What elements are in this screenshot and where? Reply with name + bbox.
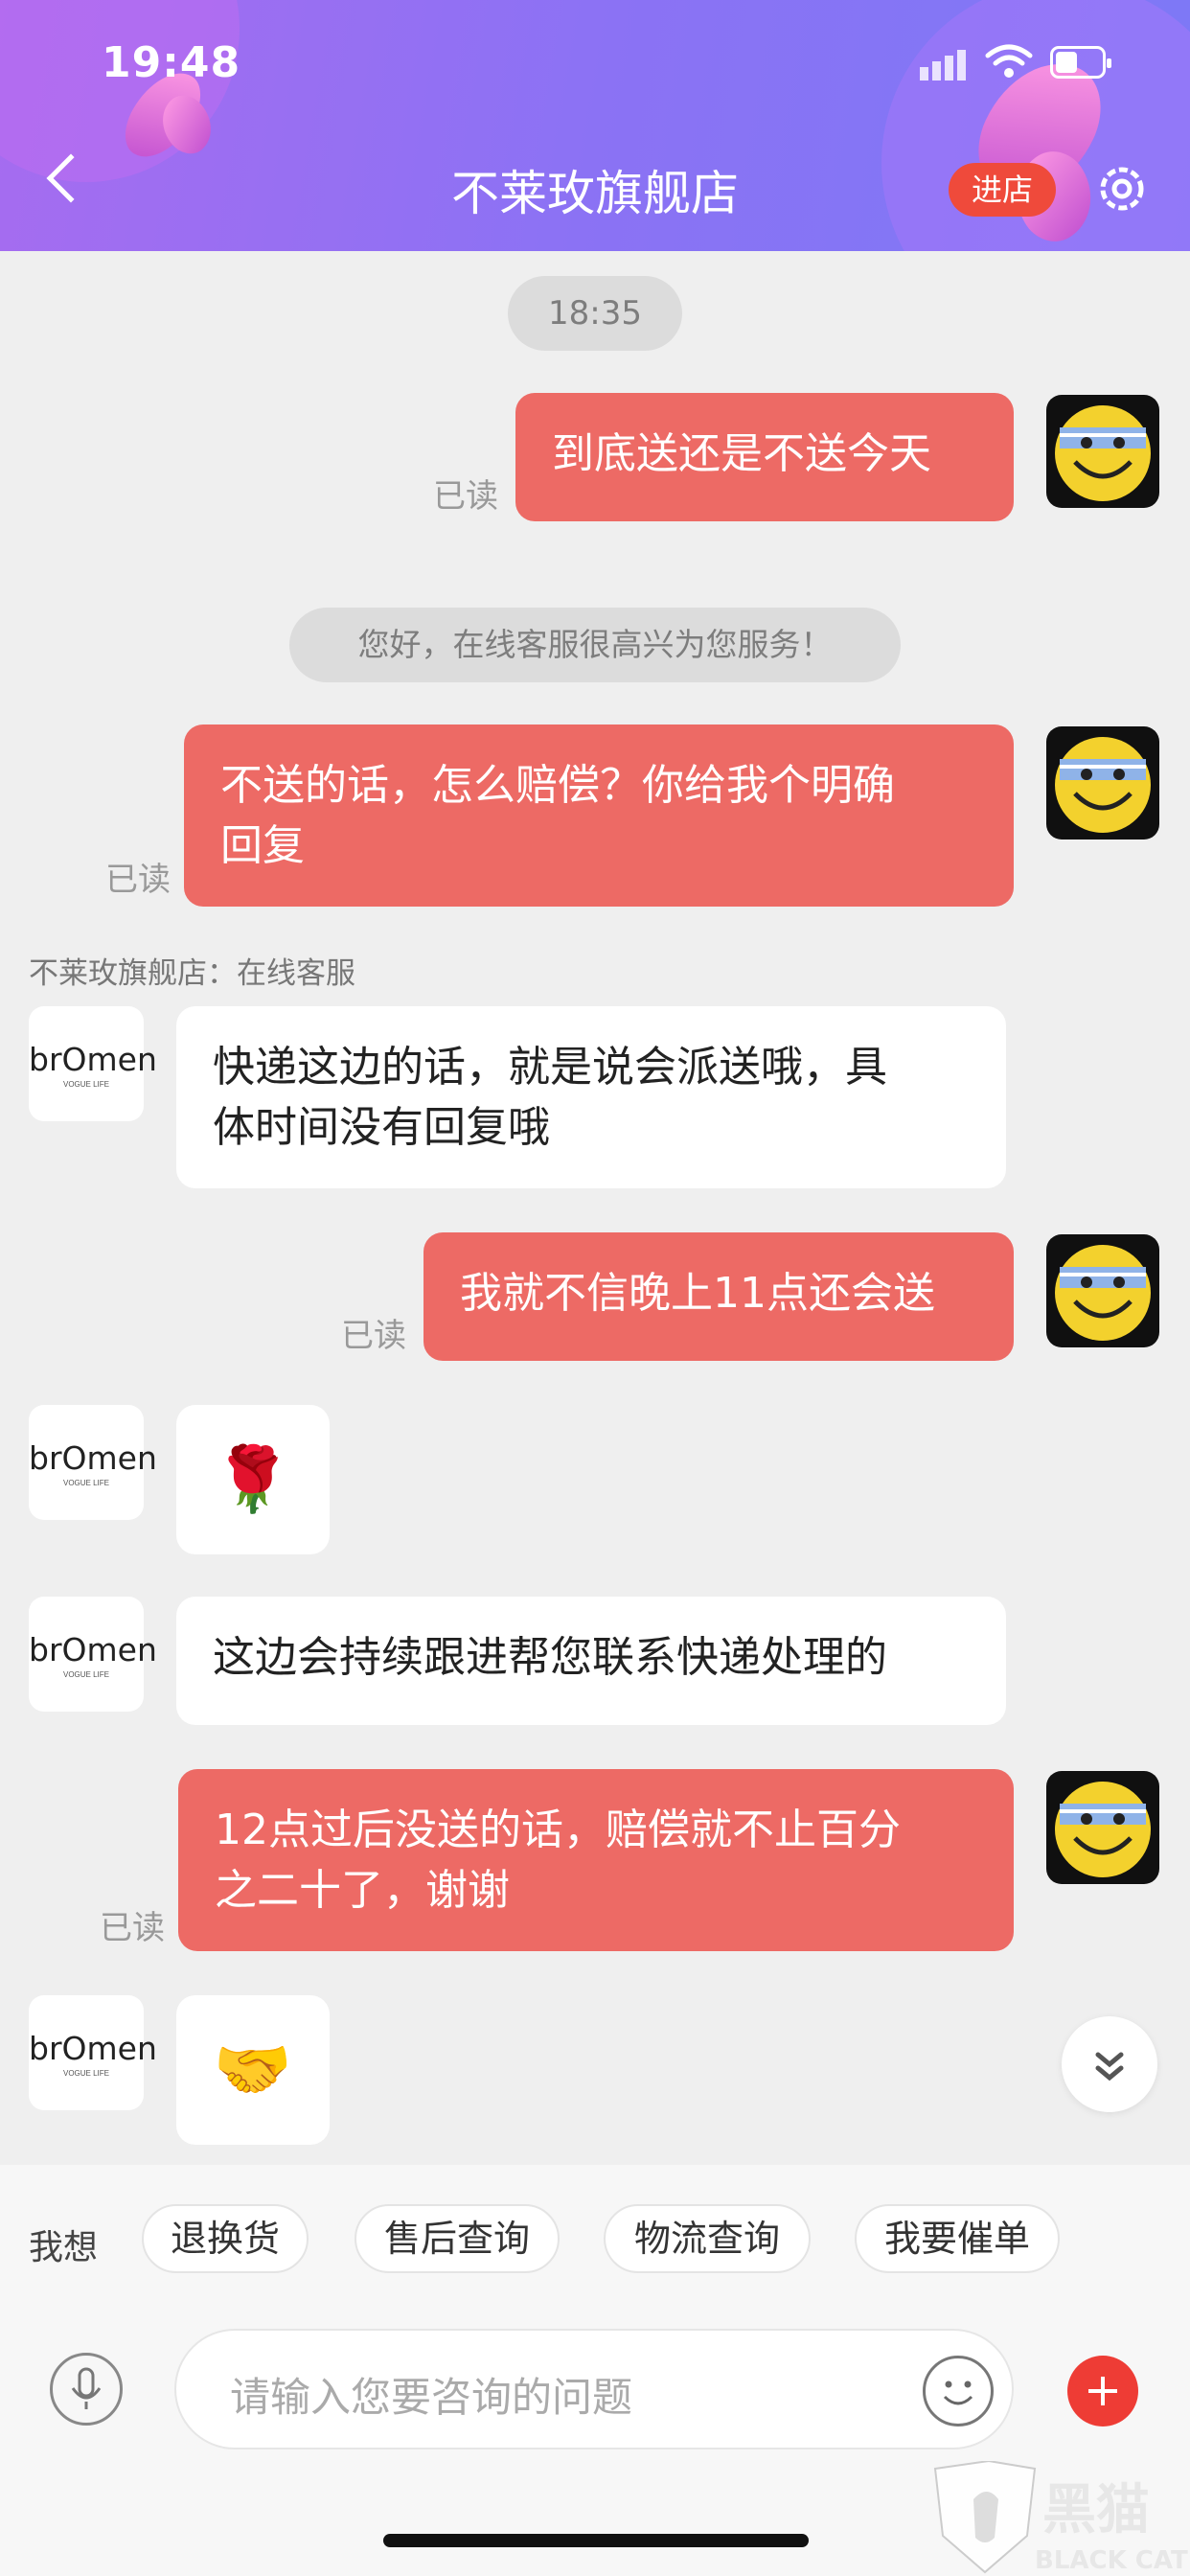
shop-avatar[interactable]: brOmen VOGUE LIFE	[29, 1405, 157, 1520]
shop-logo: brOmen	[29, 1631, 157, 1668]
my-avatar[interactable]	[1046, 726, 1159, 840]
shop-logo-tagline: VOGUE LIFE	[62, 1479, 109, 1487]
gear-icon[interactable]	[1092, 159, 1152, 218]
wifi-icon	[985, 44, 1033, 78]
read-receipt: 已读	[105, 861, 171, 899]
watermark-text: 黑猫	[1042, 2479, 1150, 2542]
shop-avatar[interactable]: brOmen VOGUE LIFE	[29, 1995, 157, 2110]
message-text: 快递这边的话，就是说会派送哦，具	[213, 1043, 887, 1092]
my-message-bubble[interactable]: 我就不信晚上11点还会送	[423, 1232, 1014, 1361]
quick-action-urge-order[interactable]: 我要催单	[855, 2204, 1060, 2273]
message-text: 不送的话，怎么赔偿？你给我个明确	[220, 761, 895, 810]
shop-logo: brOmen	[29, 1439, 157, 1477]
status-time: 19:48	[102, 38, 241, 87]
message-text: 到底送还是不送今天	[552, 429, 931, 478]
smiley-avatar-icon	[1055, 1782, 1151, 1877]
shop-avatar[interactable]: brOmen VOGUE LIFE	[29, 1597, 157, 1712]
voice-input-button[interactable]	[50, 2353, 123, 2426]
my-message-bubble[interactable]: 12点过后没送的话，赔偿就不止百分 之二十了，谢谢	[178, 1769, 1014, 1951]
shop-message-bubble[interactable]: 快递这边的话，就是说会派送哦，具 体时间没有回复哦	[176, 1006, 1006, 1188]
message-text: 这边会持续跟进帮您联系快递处理的	[213, 1633, 887, 1682]
signal-icon	[920, 50, 970, 80]
watermark-subtext: BLACK CAT	[1035, 2546, 1188, 2575]
shop-logo-tagline: VOGUE LIFE	[62, 2069, 109, 2078]
shop-message-bubble[interactable]: 这边会持续跟进帮您联系快递处理的	[176, 1597, 1006, 1725]
quick-actions-label: 我想	[29, 2228, 99, 2267]
system-notice: 您好，在线客服很高兴为您服务！	[289, 608, 901, 682]
quick-action-logistics[interactable]: 物流查询	[604, 2204, 811, 2273]
emoji-button[interactable]	[923, 2356, 994, 2426]
my-message-bubble[interactable]: 不送的话，怎么赔偿？你给我个明确 回复	[184, 724, 1014, 907]
shop-logo-tagline: VOGUE LIFE	[62, 1670, 109, 1679]
battery-icon	[1050, 46, 1111, 79]
chat-screen: 19:48 不莱玫旗舰店 进店 18:35 已读 到底送还是不送今天 您好，在线…	[0, 0, 1190, 2576]
my-message-bubble[interactable]: 到底送还是不送今天	[515, 393, 1014, 521]
read-receipt: 已读	[100, 1909, 165, 1947]
home-indicator[interactable]	[383, 2534, 809, 2547]
quick-action-return-exchange[interactable]: 退换货	[142, 2204, 309, 2273]
timestamp-pill: 18:35	[508, 276, 682, 351]
shop-logo-tagline: VOGUE LIFE	[62, 1080, 109, 1089]
microphone-icon	[71, 2367, 102, 2409]
message-text: 12点过后没送的话，赔偿就不止百分	[215, 1806, 901, 1854]
message-list[interactable]: 18:35 已读 到底送还是不送今天 您好，在线客服很高兴为您服务！ 已读 不送…	[0, 251, 1190, 2165]
smiley-avatar-icon	[1055, 737, 1151, 833]
shop-logo: brOmen	[29, 2030, 157, 2067]
enter-store-button[interactable]: 进店	[949, 163, 1056, 217]
header: 19:48 不莱玫旗舰店 进店	[0, 0, 1190, 251]
more-options-button[interactable]	[1067, 2356, 1138, 2426]
smiley-avatar-icon	[1055, 405, 1151, 501]
my-avatar[interactable]	[1046, 395, 1159, 508]
rose-emoji-icon[interactable]: 🌹	[176, 1405, 330, 1554]
cat-shield-logo-icon: 黑猫 BLACK CAT	[933, 2459, 1188, 2575]
my-avatar[interactable]	[1046, 1234, 1159, 1347]
handshake-emoji-icon[interactable]: 🤝	[176, 1995, 330, 2145]
message-text: 我就不信晚上11点还会送	[460, 1269, 935, 1318]
my-avatar[interactable]	[1046, 1771, 1159, 1884]
message-text: 回复	[220, 821, 305, 870]
message-input-placeholder: 请输入您要咨询的问题	[230, 2374, 633, 2421]
plus-icon	[1088, 2377, 1117, 2405]
double-chevron-down-icon	[1095, 2052, 1124, 2082]
smiley-avatar-icon	[1055, 1245, 1151, 1341]
quick-action-after-sales[interactable]: 售后查询	[355, 2204, 560, 2273]
message-text: 之二十了，谢谢	[215, 1866, 510, 1915]
message-text: 体时间没有回复哦	[213, 1103, 550, 1152]
smiley-icon	[943, 2380, 973, 2405]
read-receipt: 已读	[341, 1317, 406, 1355]
read-receipt: 已读	[433, 477, 498, 516]
shop-avatar[interactable]: brOmen VOGUE LIFE	[29, 1006, 157, 1121]
blackcat-watermark: 黑猫 BLACK CAT	[927, 2459, 1190, 2576]
scroll-to-bottom-button[interactable]	[1062, 2016, 1157, 2112]
shop-logo: brOmen	[29, 1041, 157, 1078]
sender-label: 不莱玫旗舰店：在线客服	[29, 956, 355, 991]
